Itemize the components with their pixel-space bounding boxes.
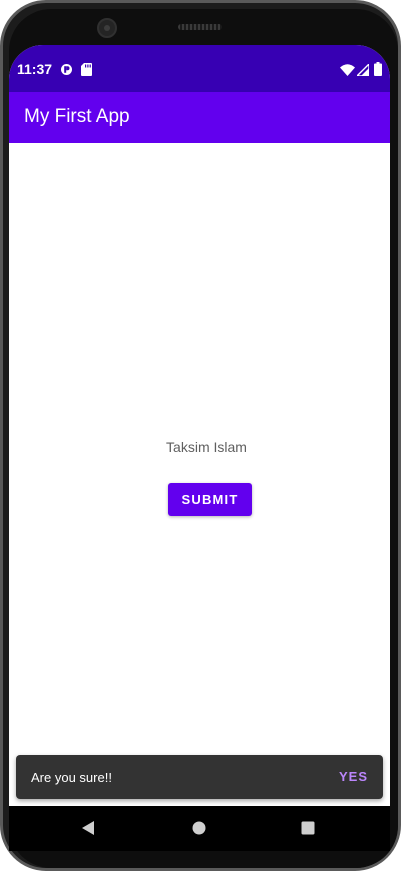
- submit-button[interactable]: SUBMIT: [168, 483, 252, 516]
- signal-icon: [355, 62, 370, 81]
- front-camera: [97, 18, 117, 38]
- home-icon[interactable]: [192, 821, 206, 840]
- app-screen: 11:37 My First App Taksim Islam SUBMIT A…: [9, 45, 390, 851]
- main-content: Taksim Islam SUBMIT: [9, 143, 390, 851]
- name-text: Taksim Islam: [166, 439, 247, 455]
- battery-icon: [374, 62, 382, 81]
- recents-icon[interactable]: [301, 821, 315, 840]
- snackbar: Are you sure!! YES: [16, 755, 383, 799]
- status-time: 11:37: [17, 61, 53, 77]
- app-title: My First App: [24, 106, 130, 127]
- back-icon[interactable]: [81, 820, 95, 841]
- earpiece-speaker: [178, 24, 222, 30]
- snackbar-yes-button[interactable]: YES: [339, 769, 368, 784]
- status-bar: 11:37: [9, 45, 390, 92]
- device-frame: 11:37 My First App Taksim Islam SUBMIT A…: [0, 0, 401, 871]
- sd-card-icon: [81, 63, 92, 81]
- app-bar: My First App: [9, 92, 390, 143]
- snackbar-message: Are you sure!!: [31, 770, 112, 785]
- navigation-bar: [9, 806, 390, 851]
- wifi-icon: [340, 63, 355, 81]
- data-saver-icon: [60, 63, 73, 81]
